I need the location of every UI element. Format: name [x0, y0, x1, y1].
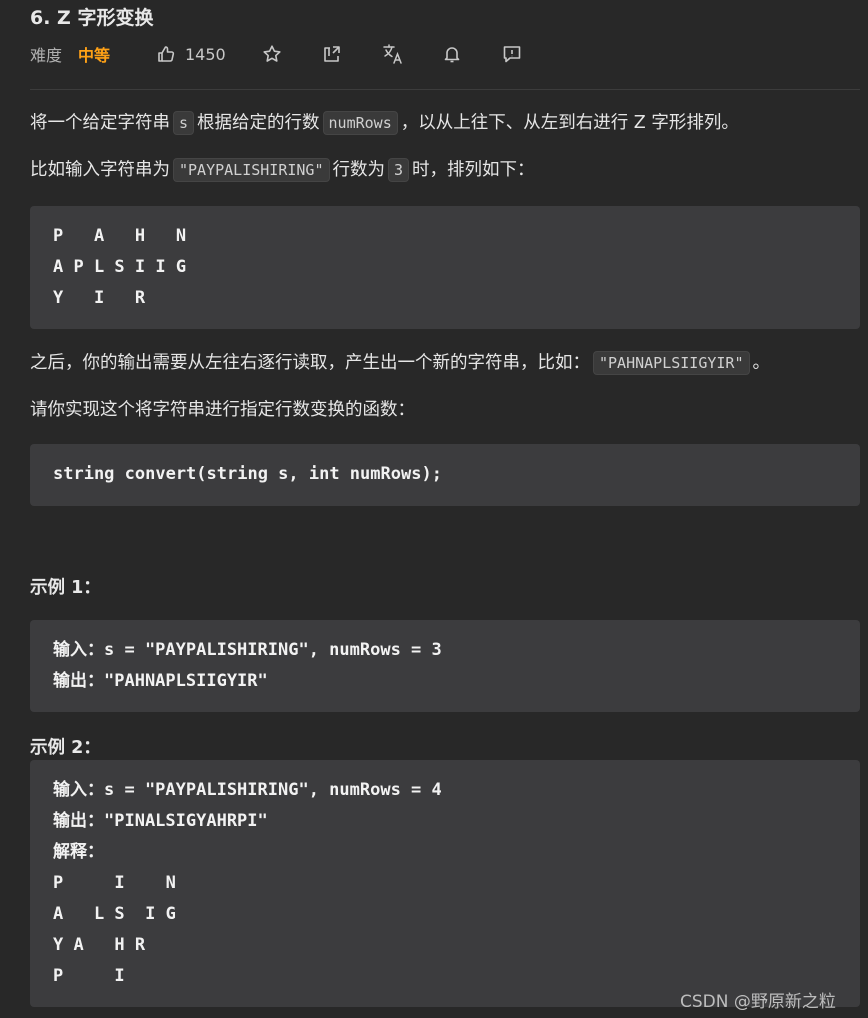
feedback-icon[interactable]	[502, 42, 522, 66]
inline-code: numRows	[322, 111, 398, 135]
divider	[30, 89, 860, 90]
text: 之后，你的输出需要从左往右逐行读取，产生出一个新的字符串，比如：	[30, 353, 590, 373]
code-line: 输入：s = "PAYPALISHIRING", numRows = 4	[53, 780, 442, 800]
text: 比如输入字符串为	[30, 160, 170, 180]
text: 。	[752, 353, 771, 373]
text: 将一个给定字符串	[30, 113, 170, 133]
translate-icon[interactable]	[382, 42, 404, 66]
text: 时，排列如下：	[412, 160, 535, 180]
difficulty: 难度 中等	[30, 42, 110, 66]
text: ，以从上往下、从左到右进行 Z 字形排列。	[400, 113, 739, 133]
code-line: P I N	[53, 873, 176, 893]
inline-code: "PAYPALISHIRING"	[173, 158, 330, 182]
signature-code-block: string convert(string s, int numRows);	[30, 444, 860, 506]
star-icon[interactable]	[262, 42, 282, 66]
text: 根据给定的行数	[197, 113, 320, 133]
example-1-code-block: 输入：s = "PAYPALISHIRING", numRows = 3 输出：…	[30, 620, 860, 712]
csdn-watermark: CSDN @野原新之粒	[680, 992, 836, 1012]
code-line: string convert(string s, int numRows);	[53, 464, 442, 484]
difficulty-value: 中等	[78, 46, 111, 65]
zigzag-code-block: P A H N A P L S I I G Y I R	[30, 206, 860, 329]
code-line: 输入：s = "PAYPALISHIRING", numRows = 3	[53, 640, 442, 660]
difficulty-label: 难度	[30, 46, 63, 65]
description-paragraph-2: 比如输入字符串为 "PAYPALISHIRING" 行数为 3 时，排列如下：	[30, 157, 535, 183]
like-button[interactable]: 1450	[156, 42, 226, 66]
example-1-heading: 示例 1：	[30, 578, 101, 598]
description-paragraph-4: 请你实现这个将字符串进行指定行数变换的函数：	[30, 400, 415, 420]
code-line: Y I R	[53, 288, 146, 308]
problem-title: 6. Z 字形变换	[30, 7, 154, 29]
example-2-code-block: 输入：s = "PAYPALISHIRING", numRows = 4 输出：…	[30, 760, 860, 1007]
code-line: Y A H R	[53, 935, 146, 955]
example-2-heading: 示例 2：	[30, 738, 101, 758]
code-line: A P L S I I G	[53, 257, 187, 277]
code-line: 解释：	[53, 842, 104, 862]
bell-icon[interactable]	[442, 42, 462, 66]
problem-meta-bar: 难度 中等 1450	[30, 42, 868, 66]
description-paragraph-3: 之后，你的输出需要从左往右逐行读取，产生出一个新的字符串，比如： "PAHNAPL…	[30, 350, 770, 376]
code-line: 输出："PINALSIGYAHRPI"	[53, 811, 268, 831]
inline-code: "PAHNAPLSIIGYIR"	[593, 351, 750, 375]
code-line: A L S I G	[53, 904, 176, 924]
like-count: 1450	[185, 44, 226, 64]
description-paragraph-1: 将一个给定字符串 s 根据给定的行数 numRows ，以从上往下、从左到右进行 Z 字…	[30, 110, 739, 136]
text: 行数为	[332, 160, 386, 180]
share-icon[interactable]	[322, 42, 342, 66]
code-line: P A H N	[53, 226, 187, 246]
code-line: 输出："PAHNAPLSIIGYIR"	[53, 671, 268, 691]
inline-code: 3	[388, 158, 410, 182]
inline-code: s	[173, 111, 195, 135]
thumbs-up-icon	[156, 44, 176, 64]
